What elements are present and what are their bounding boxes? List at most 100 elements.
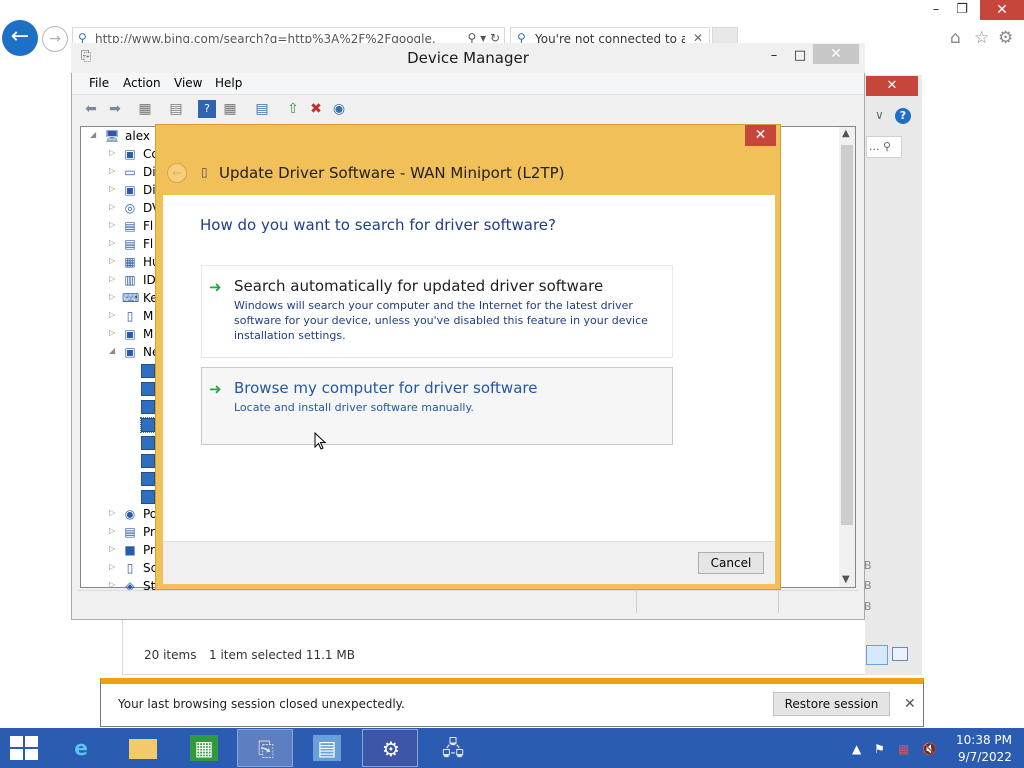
- action-center-flag-icon[interactable]: ⚑: [874, 742, 885, 756]
- browser-forward-button[interactable]: →: [42, 26, 68, 52]
- home-icon[interactable]: ⌂: [950, 28, 961, 48]
- restore-session-button[interactable]: Restore session: [773, 692, 890, 716]
- details-view-button[interactable]: [866, 645, 888, 665]
- notification-close-icon[interactable]: ✕: [904, 696, 916, 712]
- update-driver-icon[interactable]: ⇧: [284, 100, 302, 118]
- tree-category[interactable]: ▷ ◉ Po: [81, 506, 161, 524]
- network-adapter-item[interactable]: [141, 382, 155, 396]
- show-hide-tree-icon[interactable]: ▦: [136, 100, 154, 118]
- show-hidden-icons-icon[interactable]: ▲: [852, 742, 861, 756]
- expand-arrow-icon[interactable]: ▷: [109, 544, 115, 553]
- expand-arrow-icon[interactable]: ▷: [109, 220, 115, 229]
- taskbar-internet-explorer[interactable]: e: [53, 729, 109, 767]
- expand-arrow-icon[interactable]: ▷: [109, 184, 115, 193]
- expand-arrow-icon[interactable]: ▷: [109, 328, 115, 337]
- scroll-thumb[interactable]: [841, 145, 853, 525]
- volume-muted-icon[interactable]: 🔇: [922, 742, 937, 756]
- expand-arrow-icon[interactable]: ▷: [109, 292, 115, 301]
- tree-category[interactable]: ▷ ▤ Pr: [81, 524, 161, 542]
- expand-arrow-icon[interactable]: ▷: [109, 526, 115, 535]
- tree-category[interactable]: ▷ ▯ Sc: [81, 560, 161, 578]
- expand-arrow-icon[interactable]: ▷: [109, 274, 115, 283]
- network-adapter-item[interactable]: [140, 417, 156, 433]
- tree-category[interactable]: ▷ ▦ Hu: [81, 254, 161, 272]
- expand-arrow-icon[interactable]: ▷: [109, 562, 115, 571]
- taskbar-device-manager[interactable]: ⎘: [237, 729, 293, 767]
- taskbar-network-setup[interactable]: 🖧: [425, 729, 481, 767]
- tree-category[interactable]: ◢ ▣ Ne: [81, 344, 161, 362]
- explorer-search-input[interactable]: ... ⚲: [866, 136, 902, 158]
- tree-category[interactable]: ▷ ▣ Di: [81, 182, 161, 200]
- network-adapter-item[interactable]: [141, 472, 155, 486]
- taskbar-file-explorer[interactable]: [115, 729, 171, 767]
- view-icon[interactable]: ▦: [221, 100, 239, 118]
- expand-arrow-icon[interactable]: ▷: [109, 148, 115, 157]
- mouse-icon: ▯: [126, 309, 134, 323]
- network-adapter-item[interactable]: [141, 400, 155, 414]
- ribbon-expand-icon[interactable]: ∨: [875, 108, 884, 122]
- help-icon[interactable]: ?: [198, 100, 216, 118]
- taskbar-settings[interactable]: ⚙: [362, 729, 418, 767]
- tree-category[interactable]: ▷ ▤ Fl: [81, 218, 161, 236]
- menu-view[interactable]: View: [174, 76, 202, 90]
- browse-computer-option[interactable]: ➜ Browse my computer for driver software…: [201, 367, 673, 445]
- dm-close-button[interactable]: ✕: [813, 44, 859, 64]
- tree-category[interactable]: ▷ ▭ Di: [81, 164, 161, 182]
- scroll-down-icon[interactable]: ▼: [842, 574, 850, 585]
- forward-icon[interactable]: ➡: [106, 100, 124, 118]
- dialog-close-button[interactable]: ✕: [745, 125, 776, 146]
- tree-category[interactable]: ▷ ▥ ID: [81, 272, 161, 290]
- restore-button[interactable]: ❐: [946, 0, 978, 20]
- expand-arrow-icon[interactable]: ▷: [109, 166, 115, 175]
- tree-category[interactable]: ▷ ■ Pr: [81, 542, 161, 560]
- back-icon[interactable]: ⬅: [82, 100, 100, 118]
- uninstall-device-icon[interactable]: ✖: [307, 100, 325, 118]
- tree-category[interactable]: ▷ ▣ M: [81, 326, 161, 344]
- menu-action[interactable]: Action: [123, 76, 161, 90]
- large-icons-view-button[interactable]: [892, 647, 908, 661]
- favorites-icon[interactable]: ☆: [974, 28, 989, 48]
- network-adapter-item[interactable]: [141, 364, 155, 378]
- collapse-arrow-icon[interactable]: ◢: [90, 130, 96, 139]
- tools-gear-icon[interactable]: ⚙: [998, 28, 1013, 48]
- tree-category[interactable]: ▷ ▣ Co: [81, 146, 161, 164]
- explorer-close-button[interactable]: ✕: [866, 76, 918, 96]
- tree-root[interactable]: ◢ 🖥 alex: [81, 128, 161, 146]
- network-adapter-item[interactable]: [141, 454, 155, 468]
- taskbar-control-panel[interactable]: ▤: [299, 729, 355, 767]
- scan-hardware-icon[interactable]: ▤: [253, 100, 271, 118]
- expand-arrow-icon[interactable]: ▷: [109, 238, 115, 247]
- start-button[interactable]: [10, 736, 38, 760]
- browser-close-button[interactable]: ✕: [980, 0, 1024, 20]
- browser-back-button[interactable]: ←: [2, 20, 38, 56]
- device-manager-toolbar: ⬅ ➡ ▦ ▤ ? ▦ ▤ ⇧ ✖ ◉: [72, 95, 864, 123]
- tree-category[interactable]: ▷ ◎ DV: [81, 200, 161, 218]
- tree-category[interactable]: ▷ ▤ Fl: [81, 236, 161, 254]
- clock-date[interactable]: 9/7/2022: [958, 750, 1012, 764]
- expand-arrow-icon[interactable]: ▷: [109, 580, 115, 589]
- cancel-button[interactable]: Cancel: [698, 552, 764, 574]
- menu-help[interactable]: Help: [215, 76, 242, 90]
- collapse-arrow-icon[interactable]: ◢: [109, 346, 115, 355]
- help-icon[interactable]: ?: [895, 108, 911, 124]
- expand-arrow-icon[interactable]: ▷: [109, 202, 115, 211]
- tree-category[interactable]: ▷ ⌨ Ke: [81, 290, 161, 308]
- properties-icon[interactable]: ▤: [167, 100, 185, 118]
- enable-device-icon[interactable]: ◉: [330, 100, 348, 118]
- search-automatically-option[interactable]: ➜ Search automatically for updated drive…: [201, 265, 673, 358]
- tree-category-label: Pr: [143, 543, 155, 557]
- expand-arrow-icon[interactable]: ▷: [109, 256, 115, 265]
- taskbar-store[interactable]: ▦: [176, 729, 232, 767]
- tree-category[interactable]: ▷ ▯ M: [81, 308, 161, 326]
- dialog-back-button[interactable]: ←: [167, 163, 187, 183]
- device-tree-scrollbar[interactable]: ▲ ▼: [839, 127, 855, 587]
- dm-maximize-button[interactable]: □: [785, 46, 815, 66]
- network-adapter-item[interactable]: [141, 490, 155, 504]
- network-adapter-item[interactable]: [141, 436, 155, 450]
- network-status-icon[interactable]: ▦: [898, 742, 909, 756]
- clock-time[interactable]: 10:38 PM: [956, 733, 1012, 747]
- expand-arrow-icon[interactable]: ▷: [109, 310, 115, 319]
- scroll-up-icon[interactable]: ▲: [842, 128, 850, 139]
- expand-arrow-icon[interactable]: ▷: [109, 508, 115, 517]
- menu-file[interactable]: File: [89, 76, 109, 90]
